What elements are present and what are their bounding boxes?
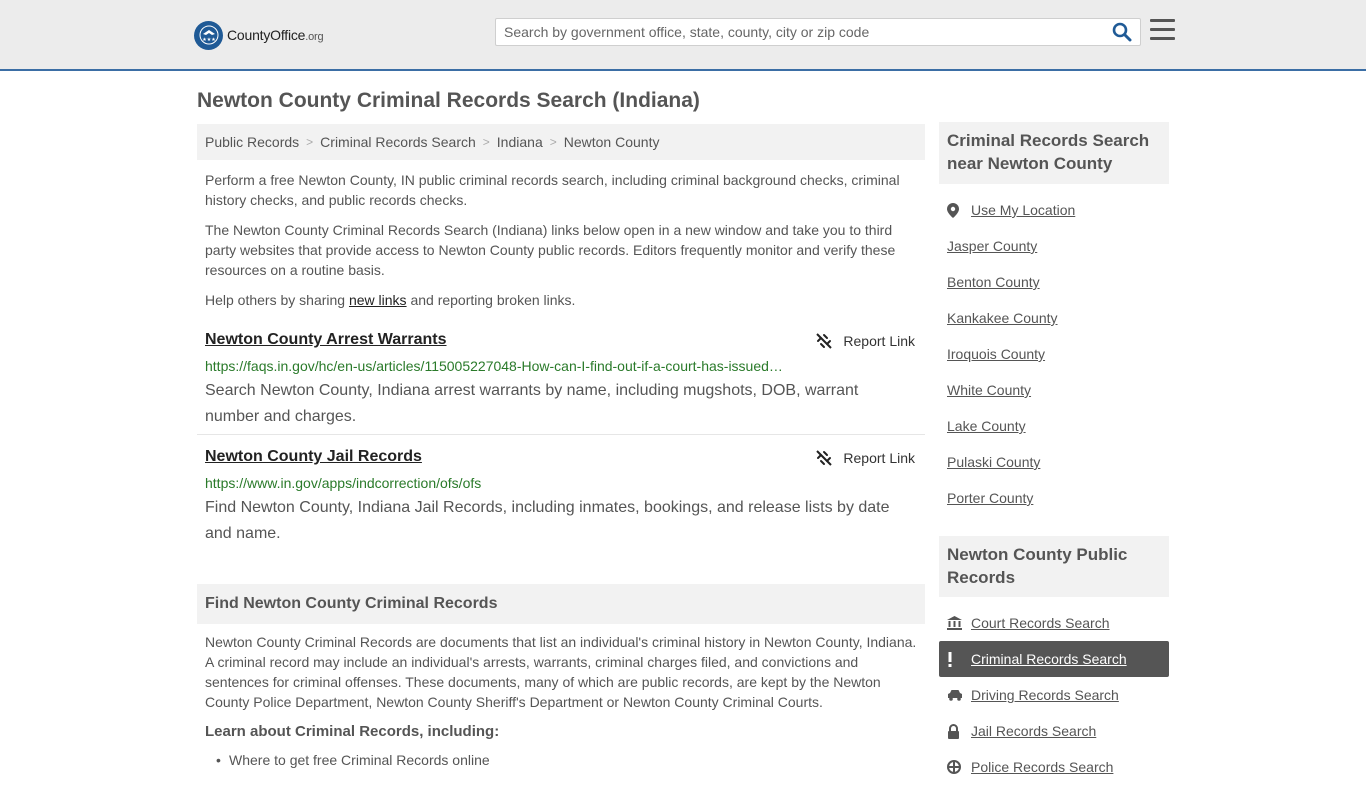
broken-link-icon <box>816 333 833 349</box>
hamburger-menu-icon[interactable] <box>1150 19 1175 41</box>
record-title-link[interactable]: Newton County Arrest Warrants <box>205 331 447 349</box>
sidebar-nearby-heading: Criminal Records Search near Newton Coun… <box>939 122 1169 184</box>
sidebar-item-jail-records[interactable]: Jail Records Search <box>939 713 1169 749</box>
svg-text:★★★: ★★★ <box>202 37 216 43</box>
map-pin-icon <box>947 202 967 218</box>
jail-records-link[interactable]: Jail Records Search <box>971 723 1096 739</box>
court-records-link[interactable]: Court Records Search <box>971 615 1110 631</box>
logo-text: CountyOffice.org <box>227 27 324 43</box>
record-item: Newton County Arrest Warrants Report Lin… <box>197 331 925 437</box>
nearby-county-iroquois[interactable]: Iroquois County <box>947 346 1045 362</box>
find-section-heading: Find Newton County Criminal Records <box>197 584 925 624</box>
top-header: ★★★ CountyOffice.org <box>0 0 1366 71</box>
sidebar-item-court-records[interactable]: Court Records Search <box>939 605 1169 641</box>
report-link-button[interactable]: Report Link <box>815 332 915 350</box>
sidebar-public-records-heading: Newton County Public Records <box>939 536 1169 597</box>
learn-heading: Learn about Criminal Records, including: <box>205 723 500 740</box>
report-link-label: Report Link <box>843 333 915 349</box>
search-box <box>495 18 1141 46</box>
nearby-county-lake[interactable]: Lake County <box>947 418 1026 434</box>
logo-main-text: CountyOffice <box>227 27 306 43</box>
nearby-county-porter[interactable]: Porter County <box>947 490 1033 506</box>
nearby-county-pulaski[interactable]: Pulaski County <box>947 454 1040 470</box>
page-title: Newton County Criminal Records Search (I… <box>197 89 700 112</box>
nearby-county-kankakee[interactable]: Kankakee County <box>947 310 1058 326</box>
lock-icon <box>947 723 967 739</box>
record-title-link[interactable]: Newton County Jail Records <box>205 448 422 466</box>
breadcrumb-public-records[interactable]: Public Records <box>205 134 299 150</box>
sidebar-item-driving-records[interactable]: Driving Records Search <box>939 677 1169 713</box>
new-links-link[interactable]: new links <box>349 292 407 308</box>
criminal-records-link[interactable]: Criminal Records Search <box>971 651 1127 667</box>
list-item: Where to get free Criminal Records onlin… <box>216 752 490 768</box>
record-url[interactable]: https://www.in.gov/apps/indcorrection/of… <box>205 475 795 491</box>
intro-report-text: and reporting broken links. <box>406 292 576 308</box>
record-description: Find Newton County, Indiana Jail Records… <box>205 499 890 542</box>
report-link-label: Report Link <box>843 450 915 466</box>
nearby-county-benton[interactable]: Benton County <box>947 274 1040 290</box>
police-records-link[interactable]: Police Records Search <box>971 759 1113 775</box>
search-input[interactable] <box>496 19 1106 45</box>
report-link-button[interactable]: Report Link <box>815 449 915 467</box>
breadcrumb-criminal-records[interactable]: Criminal Records Search <box>320 134 476 150</box>
sidebar-item-criminal-records[interactable]: Criminal Records Search <box>939 641 1169 677</box>
logo-seal-icon: ★★★ <box>194 20 223 50</box>
breadcrumb-separator: > <box>549 135 557 149</box>
breadcrumb: Public Records > Criminal Records Search… <box>197 124 925 160</box>
driving-records-link[interactable]: Driving Records Search <box>971 687 1119 703</box>
sidebar-item-police-records[interactable]: Police Records Search <box>939 749 1169 785</box>
exclamation-icon <box>947 651 967 667</box>
breadcrumb-separator: > <box>482 135 490 149</box>
record-description: Search Newton County, Indiana arrest war… <box>205 382 859 425</box>
car-icon <box>947 687 967 703</box>
intro-paragraph-2: The Newton County Criminal Records Searc… <box>205 222 896 278</box>
search-button[interactable] <box>1112 22 1134 44</box>
intro-paragraph-3: Help others by sharing new links and rep… <box>205 290 920 310</box>
search-icon <box>1112 22 1132 42</box>
intro-share-text: Help others by sharing <box>205 292 349 308</box>
breadcrumb-current: Newton County <box>563 134 660 150</box>
nearby-county-white[interactable]: White County <box>947 382 1031 398</box>
site-logo[interactable]: ★★★ CountyOffice.org <box>194 20 324 50</box>
breadcrumb-separator: > <box>306 135 314 149</box>
record-url[interactable]: https://faqs.in.gov/hc/en-us/articles/11… <box>205 358 795 374</box>
find-section-body: Newton County Criminal Records are docum… <box>205 634 917 710</box>
broken-link-icon <box>816 450 833 466</box>
record-item: Newton County Jail Records Report Link h… <box>197 448 925 548</box>
courthouse-icon <box>947 615 967 631</box>
police-icon <box>947 759 967 775</box>
breadcrumb-indiana[interactable]: Indiana <box>497 134 543 150</box>
nearby-county-jasper[interactable]: Jasper County <box>947 238 1037 254</box>
use-my-location-link[interactable]: Use My Location <box>971 202 1075 218</box>
use-location-row[interactable]: Use My Location <box>939 192 1169 228</box>
intro-paragraph-1: Perform a free Newton County, IN public … <box>205 172 900 208</box>
divider <box>197 434 925 435</box>
logo-tld-text: .org <box>305 31 324 43</box>
